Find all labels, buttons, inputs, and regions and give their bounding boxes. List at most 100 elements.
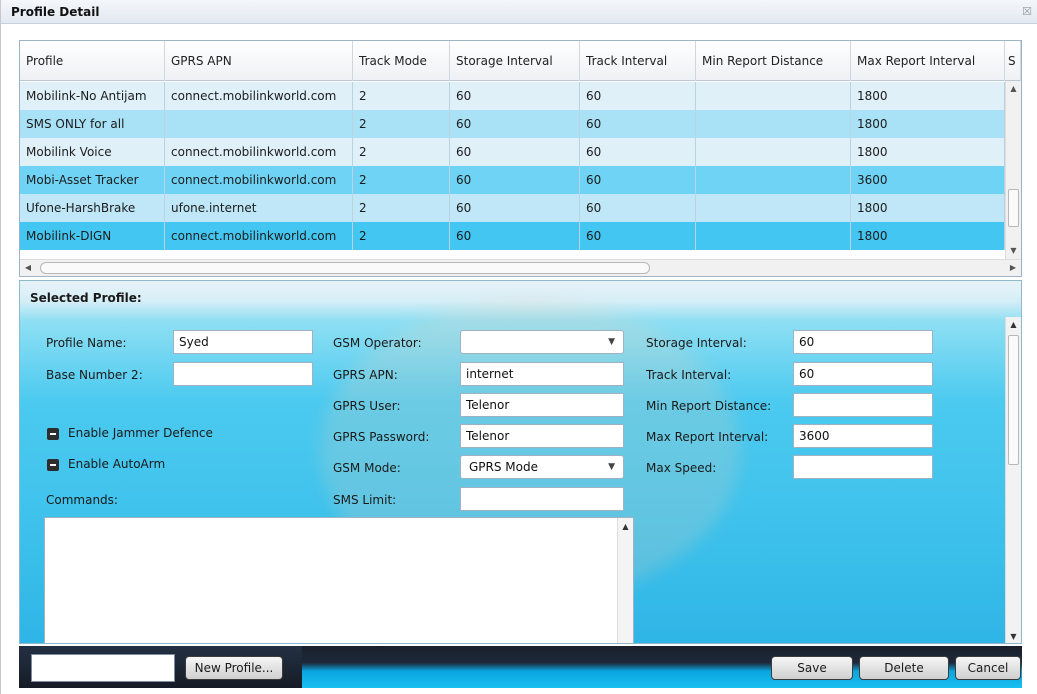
footer-toolbar: New Profile... Save Delete Cancel [19,646,1022,688]
cell-gprs-apn: connect.mobilinkworld.com [165,82,353,110]
cell-track-mode: 2 [353,110,450,138]
track-interval-label: Track Interval: [646,368,732,382]
storage-interval-field[interactable]: 60 [793,330,933,354]
table-row[interactable]: SMS ONLY for all 2 60 60 1800 [20,110,1021,138]
base-number-label: Base Number 2: [46,368,143,382]
table-row[interactable]: Ufone-HarshBrake ufone.internet 2 60 60 … [20,194,1021,222]
gsm-mode-value: GPRS Mode [469,460,538,474]
scroll-down-icon[interactable]: ▼ [1006,629,1021,643]
gsm-operator-select[interactable]: ▼ [460,330,624,354]
scroll-up-icon[interactable]: ▲ [1006,317,1021,333]
column-header-gprs-apn[interactable]: GPRS APN [165,41,353,81]
panel-scroll-thumb[interactable] [1008,335,1019,465]
scroll-down-icon[interactable]: ▼ [1006,243,1021,259]
table-row[interactable]: Mobilink Voice connect.mobilinkworld.com… [20,138,1021,166]
base-number-field[interactable] [173,362,313,386]
autoarm-checkbox[interactable] [47,459,59,471]
column-header-track-mode[interactable]: Track Mode [353,41,450,81]
gprs-user-field[interactable]: Telenor [460,393,624,417]
gprs-apn-field[interactable]: internet [460,362,624,386]
cell-track-interval: 60 [580,82,696,110]
max-speed-field[interactable] [793,455,933,479]
cell-max-report-interval: 1800 [851,194,1005,222]
grid-vertical-scroll-thumb[interactable] [1008,189,1019,227]
scroll-right-icon[interactable]: ▶ [1005,260,1021,276]
max-report-interval-field[interactable]: 3600 [793,424,933,448]
cell-profile: SMS ONLY for all [20,110,165,138]
commands-label: Commands: [46,493,118,507]
cell-track-mode: 2 [353,222,450,250]
min-report-distance-field[interactable] [793,393,933,417]
cell-gprs-apn: connect.mobilinkworld.com [165,166,353,194]
close-icon[interactable]: ☒ [1022,5,1032,18]
cell-min-report-distance [696,166,851,194]
jammer-defence-checkbox[interactable] [47,428,59,440]
grid-horizontal-scrollbar[interactable]: ◀ ▶ [20,259,1021,276]
commands-scrollbar[interactable]: ▲ [617,518,633,643]
sms-limit-field[interactable] [460,487,624,511]
title-bar: Profile Detail ☒ [1,0,1037,24]
cell-track-interval: 60 [580,138,696,166]
cell-profile: Mobilink-No Antijam [20,82,165,110]
panel-vertical-scrollbar[interactable]: ▲ ▼ [1005,317,1021,643]
scroll-up-icon[interactable]: ▲ [618,522,633,531]
cell-min-report-distance [696,194,851,222]
cell-track-interval: 60 [580,222,696,250]
cell-gprs-apn: connect.mobilinkworld.com [165,222,353,250]
gsm-mode-select[interactable]: GPRS Mode ▼ [460,455,624,479]
save-button[interactable]: Save [771,656,853,680]
scroll-up-icon[interactable]: ▲ [1006,81,1021,97]
profile-name-field[interactable]: Syed [173,330,313,354]
table-row-selected[interactable]: Mobilink-DIGN connect.mobilinkworld.com … [20,222,1021,250]
table-row[interactable]: Mobilink-No Antijam connect.mobilinkworl… [20,82,1021,110]
min-report-distance-label: Min Report Distance: [646,399,772,413]
delete-button[interactable]: Delete [859,656,949,680]
cell-storage-interval: 60 [450,194,580,222]
gprs-password-field[interactable]: Telenor [460,424,624,448]
chevron-down-icon: ▼ [608,337,615,347]
max-report-interval-label: Max Report Interval: [646,430,769,444]
sms-limit-label: SMS Limit: [333,493,397,507]
gsm-operator-label: GSM Operator: [333,336,422,350]
cell-max-report-interval: 1800 [851,110,1005,138]
cell-min-report-distance [696,82,851,110]
cell-max-report-interval: 3600 [851,166,1005,194]
cell-track-mode: 2 [353,166,450,194]
column-header-track-interval[interactable]: Track Interval [580,41,696,81]
cell-storage-interval: 60 [450,138,580,166]
column-header-max-report-interval[interactable]: Max Report Interval [851,41,1005,81]
scroll-left-icon[interactable]: ◀ [20,260,36,276]
jammer-defence-label: Enable Jammer Defence [68,426,213,440]
storage-interval-label: Storage Interval: [646,336,747,350]
cell-track-mode: 2 [353,82,450,110]
cell-gprs-apn [165,110,353,138]
gprs-user-label: GPRS User: [333,399,401,413]
column-header-storage-interval[interactable]: Storage Interval [450,41,580,81]
cell-track-mode: 2 [353,138,450,166]
table-row[interactable]: Mobi-Asset Tracker connect.mobilinkworld… [20,166,1021,194]
gprs-apn-label: GPRS APN: [333,368,398,382]
profile-name-label: Profile Name: [46,336,127,350]
grid-vertical-scrollbar[interactable]: ▲ ▼ [1005,81,1021,259]
cell-gprs-apn: connect.mobilinkworld.com [165,138,353,166]
cell-track-mode: 2 [353,194,450,222]
cancel-button[interactable]: Cancel [955,656,1021,680]
grid-horizontal-scroll-thumb[interactable] [40,262,650,274]
selected-profile-panel: Selected Profile: Profile Name: Syed Bas… [19,280,1022,644]
column-header-profile[interactable]: Profile [20,41,165,81]
column-header-s[interactable]: S [1005,41,1021,81]
cell-min-report-distance [696,138,851,166]
cell-max-report-interval: 1800 [851,222,1005,250]
cell-track-interval: 60 [580,110,696,138]
cell-track-interval: 60 [580,166,696,194]
track-interval-field[interactable]: 60 [793,362,933,386]
new-profile-input[interactable] [31,654,175,682]
column-header-min-report-distance[interactable]: Min Report Distance [696,41,851,81]
cell-profile: Mobilink-DIGN [20,222,165,250]
commands-textarea[interactable]: ▲ [44,517,634,643]
cell-storage-interval: 60 [450,166,580,194]
new-profile-button[interactable]: New Profile... [185,656,283,680]
chevron-down-icon: ▼ [608,462,615,472]
cell-min-report-distance [696,110,851,138]
cell-max-report-interval: 1800 [851,82,1005,110]
